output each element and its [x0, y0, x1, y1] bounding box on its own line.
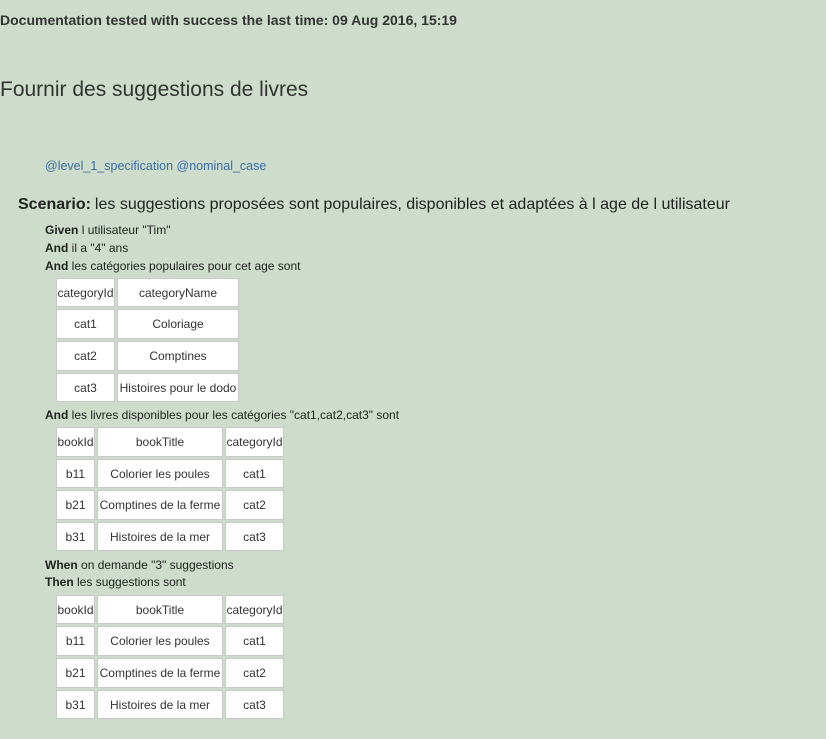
table-cell: Colorier les poules	[97, 626, 223, 656]
step-text: il a "4" ans	[71, 241, 129, 255]
table-cell: Comptines de la ferme	[97, 658, 223, 688]
table-row: cat2 Comptines	[56, 341, 239, 371]
table-cell: Comptines de la ferme	[97, 490, 223, 520]
step-text: les livres disponibles pour les catégori…	[71, 408, 400, 422]
table-cell: cat2	[56, 341, 115, 371]
table-header-cell: bookTitle	[97, 427, 223, 457]
table-cell: Comptines	[117, 341, 239, 371]
table-header-cell: categoryName	[117, 278, 239, 307]
table-row: b21 Comptines de la ferme cat2	[56, 658, 284, 688]
table-header-cell: categoryId	[225, 427, 284, 457]
table-cell: cat1	[225, 626, 284, 656]
table-row: b11 Colorier les poules cat1	[56, 626, 284, 656]
step-keyword: Then	[45, 575, 74, 589]
table-cell: cat3	[225, 690, 284, 719]
step-text: les catégories populaires pour cet age s…	[71, 259, 301, 273]
table-cell: cat2	[225, 490, 284, 520]
table-cell: Histoires de la mer	[97, 522, 223, 551]
step-text: les suggestions sont	[77, 575, 186, 589]
step-text: l utilisateur "Tim"	[81, 223, 171, 237]
table-cell: b11	[56, 626, 95, 656]
table-row: b21 Comptines de la ferme cat2	[56, 490, 284, 520]
step-and-books: And les livres disponibles pour les caté…	[45, 408, 399, 422]
step-text: on demande "3" suggestions	[81, 558, 234, 572]
table-header-row: categoryId categoryName	[56, 278, 239, 307]
scenario-tags: @level_1_specification @nominal_case	[45, 159, 267, 173]
scenario-keyword: Scenario:	[18, 196, 91, 213]
table-cell: cat3	[56, 373, 115, 402]
table-cell: cat2	[225, 658, 284, 688]
table-row: b31 Histoires de la mer cat3	[56, 522, 284, 551]
step-given: Given l utilisateur "Tim"	[45, 223, 170, 237]
table-cell: b31	[56, 522, 95, 551]
table-header-cell: categoryId	[225, 595, 284, 624]
table-cell: b21	[56, 490, 95, 520]
table-cell: b11	[56, 459, 95, 488]
step-when: When on demande "3" suggestions	[45, 558, 234, 572]
feature-title: Fournir des suggestions de livres	[0, 78, 309, 101]
table-cell: Colorier les poules	[97, 459, 223, 488]
table-cell: cat1	[225, 459, 284, 488]
step-keyword: And	[45, 241, 69, 255]
table-row: b31 Histoires de la mer cat3	[56, 690, 284, 719]
table-row: cat3 Histoires pour le dodo	[56, 373, 239, 402]
last-tested-line: Documentation tested with success the la…	[0, 12, 457, 28]
table-cell: Histoires de la mer	[97, 690, 223, 719]
step-then: Then les suggestions sont	[45, 575, 186, 589]
table-header-row: bookId bookTitle categoryId	[56, 427, 284, 457]
table-cell: b31	[56, 690, 95, 719]
step-and-categories: And les catégories populaires pour cet a…	[45, 259, 300, 273]
step-keyword: When	[45, 558, 78, 572]
suggestions-table: bookId bookTitle categoryId b11 Colorier…	[54, 593, 286, 721]
step-and-age: And il a "4" ans	[45, 241, 128, 255]
table-header-cell: bookId	[56, 427, 95, 457]
table-cell: Coloriage	[117, 309, 239, 339]
step-keyword: And	[45, 259, 69, 273]
table-row: cat1 Coloriage	[56, 309, 239, 339]
table-header-cell: categoryId	[56, 278, 115, 307]
table-row: b11 Colorier les poules cat1	[56, 459, 284, 488]
table-cell: b21	[56, 658, 95, 688]
step-keyword: Given	[45, 223, 79, 237]
table-header-cell: bookId	[56, 595, 95, 624]
scenario-title: les suggestions proposées sont populaire…	[94, 196, 730, 213]
step-keyword: And	[45, 408, 69, 422]
table-header-row: bookId bookTitle categoryId	[56, 595, 284, 624]
books-table: bookId bookTitle categoryId b11 Colorier…	[54, 425, 286, 553]
scenario-heading: Scenario: les suggestions proposées sont …	[18, 196, 730, 214]
categories-table: categoryId categoryName cat1 Coloriage c…	[54, 276, 241, 404]
table-cell: cat1	[56, 309, 115, 339]
table-header-cell: bookTitle	[97, 595, 223, 624]
table-cell: cat3	[225, 522, 284, 551]
table-cell: Histoires pour le dodo	[117, 373, 239, 402]
